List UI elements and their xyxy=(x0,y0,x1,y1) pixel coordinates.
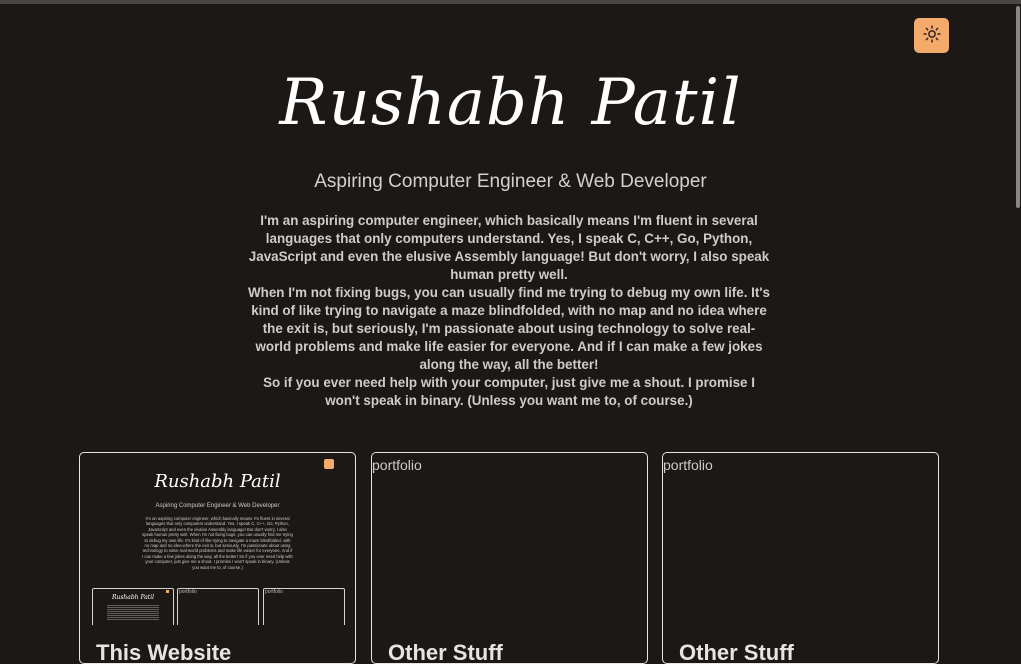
project-card-other-stuff[interactable]: portfolio Other Stuff xyxy=(371,452,648,664)
bio-paragraph-1: I'm an aspiring computer engineer, which… xyxy=(248,213,770,282)
project-card-other-stuff[interactable]: portfolio Other Stuff xyxy=(662,452,939,664)
project-card-title: Other Stuff xyxy=(388,640,503,664)
hero-subtitle: Aspiring Computer Engineer & Web Develop… xyxy=(314,171,707,192)
project-card-this-website[interactable]: Rushabh Patil Aspiring Computer Engineer… xyxy=(79,452,356,664)
browser-top-border xyxy=(0,0,1021,4)
thumbnail-mini-card-text xyxy=(107,605,159,621)
thumbnail-mini-card: portfolio xyxy=(177,588,259,625)
thumbnail-mini-card-label: portfolio xyxy=(265,589,283,595)
sun-icon xyxy=(922,25,941,46)
thumbnail-mini-card: portfolio xyxy=(263,588,345,625)
thumbnail-theme-toggle xyxy=(324,459,334,469)
thumbnail-mini-toggle xyxy=(166,590,169,593)
project-card-title: This Website xyxy=(96,640,232,664)
project-image-alt: portfolio xyxy=(663,457,713,473)
project-card-title: Other Stuff xyxy=(679,640,794,664)
theme-toggle-button[interactable] xyxy=(914,18,949,53)
thumbnail-mini-card-name: Rushabh Patil xyxy=(111,594,155,601)
bio-section: I'm an aspiring computer engineer, which… xyxy=(248,212,770,410)
hero-name: Rushabh Patil xyxy=(279,66,742,140)
project-thumbnail: Rushabh Patil Aspiring Computer Engineer… xyxy=(82,455,353,625)
thumbnail-mini-card-label: portfolio xyxy=(179,589,197,595)
thumbnail-subtitle: Aspiring Computer Engineer & Web Develop… xyxy=(155,503,280,509)
project-image-alt: portfolio xyxy=(372,457,422,473)
thumbnail-name: Rushabh Patil xyxy=(154,471,281,492)
thumbnail-mini-card: Rushabh Patil xyxy=(92,588,174,625)
bio-paragraph-3: So if you ever need help with your compu… xyxy=(263,375,755,408)
bio-paragraph-2: When I'm not fixing bugs, you can usuall… xyxy=(248,285,770,372)
thumbnail-bio: I'm an aspiring computer engineer, which… xyxy=(142,516,293,570)
